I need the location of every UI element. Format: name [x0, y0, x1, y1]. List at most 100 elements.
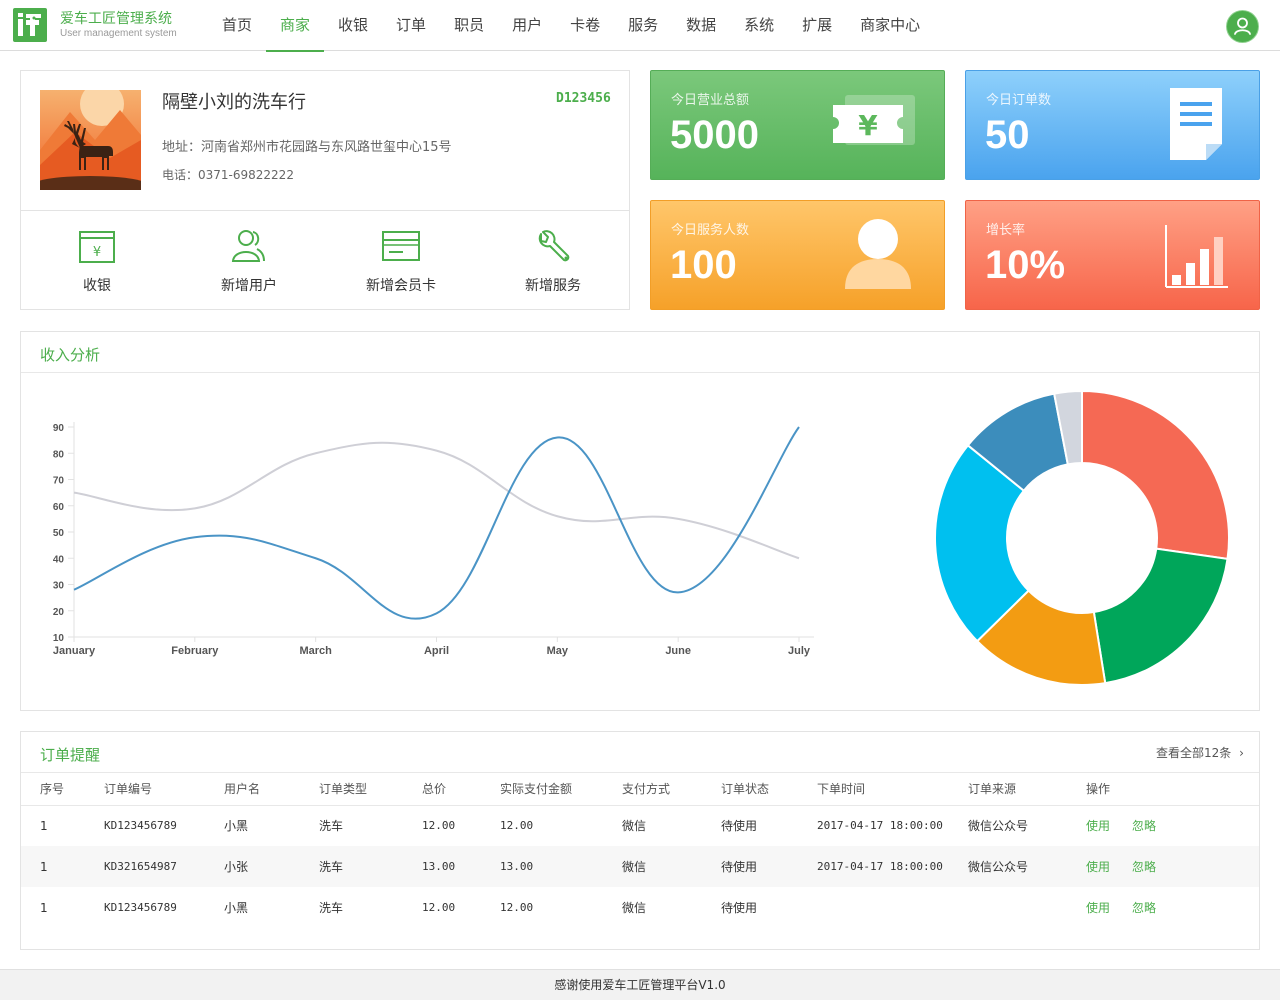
x-tick-label: July [788, 645, 811, 657]
quick-action-label: 新增用户 [221, 278, 277, 294]
quick-action-cashier[interactable]: ¥ 收银 [21, 211, 173, 309]
stat-value: 50 [985, 113, 1030, 157]
nav-item-users[interactable]: 用户 [498, 0, 556, 51]
col-header: 订单编号 [85, 772, 205, 806]
nav-item-orders[interactable]: 订单 [382, 0, 440, 51]
cell-total: 12.00 [422, 901, 456, 914]
cell-pay-method: 微信 [622, 819, 647, 834]
x-tick-label: June [665, 645, 691, 657]
nav-item-extend[interactable]: 扩展 [788, 0, 846, 51]
user-avatar[interactable] [1227, 11, 1258, 42]
nav-item-staff[interactable]: 职员 [440, 0, 498, 51]
ignore-button[interactable]: 忽略 [1132, 901, 1156, 915]
nav-item-cashier[interactable]: 收银 [324, 0, 382, 51]
stat-card-revenue: 今日营业总额 5000 ¥ [650, 70, 945, 180]
donut-slice-1 [1081, 389, 1230, 561]
nav-item-services[interactable]: 服务 [614, 0, 672, 51]
app-logo-icon [13, 8, 47, 42]
y-tick-label: 40 [53, 554, 65, 565]
use-button[interactable]: 使用 [1086, 901, 1110, 915]
y-tick-label: 80 [53, 449, 65, 460]
x-tick-label: January [53, 645, 96, 657]
quick-action-add-card[interactable]: 新增会员卡 [325, 211, 477, 309]
cell-status: 待使用 [702, 846, 798, 887]
view-all-label: 查看全部12条 [1156, 746, 1232, 760]
store-code: D123456 [556, 91, 611, 106]
cell-source: 微信公众号 [949, 846, 1067, 887]
stat-card-served: 今日服务人数 100 [650, 200, 945, 310]
store-card: 隔壁小刘的洗车行 D123456 地址：河南省郑州市花园路与东风路世玺中心15号… [20, 70, 630, 310]
cell-user: 小黑 [224, 901, 249, 915]
use-button[interactable]: 使用 [1086, 819, 1110, 833]
orders-panel: 订单提醒 查看全部12条 › 序号 订单编号 用户名 订单类型 总价 实际支付金… [20, 731, 1260, 950]
quick-action-label: 新增服务 [525, 278, 581, 294]
income-donut-chart [934, 389, 1230, 686]
quick-action-add-service[interactable]: 新增服务 [477, 211, 629, 309]
nav-item-home[interactable]: 首页 [208, 0, 266, 51]
wrench-icon [538, 230, 570, 262]
cell-time [798, 887, 949, 928]
orders-table: 序号 订单编号 用户名 订单类型 总价 实际支付金额 支付方式 订单状态 下单时… [21, 772, 1259, 928]
quick-action-label: 收银 [83, 278, 111, 294]
stat-value: 5000 [670, 113, 759, 157]
y-tick-label: 10 [53, 633, 65, 644]
x-tick-label: February [171, 645, 219, 657]
view-all-link[interactable]: 查看全部12条 › [1156, 744, 1244, 761]
store-name: 隔壁小刘的洗车行 [162, 92, 306, 113]
cell-time: 2017-04-17 18:00:00 [817, 819, 943, 833]
quick-action-add-user[interactable]: 新增用户 [173, 211, 325, 309]
cell-pay-method: 微信 [603, 846, 702, 887]
cell-total: 13.00 [403, 846, 481, 887]
nav-item-merchant[interactable]: 商家 [266, 0, 325, 52]
y-tick-label: 70 [53, 476, 65, 487]
income-panel: 收入分析 10 20 30 40 50 60 70 80 90 January February Ma… [20, 331, 1260, 711]
cell-user: 小黑 [224, 819, 249, 834]
ignore-button[interactable]: 忽略 [1132, 819, 1156, 833]
cell-paid: 12.00 [500, 901, 534, 914]
page-footer: 感谢使用爱车工匠管理平台V1.0 [0, 969, 1280, 1000]
series-line-1 [73, 441, 800, 560]
cell-order-id: KD321654987 [85, 846, 205, 887]
income-title: 收入分析 [40, 346, 101, 364]
cell-status: 待使用 [721, 901, 758, 915]
y-tick-label: 30 [53, 581, 65, 592]
ignore-button[interactable]: 忽略 [1132, 860, 1156, 874]
cell-no: 1 [40, 900, 48, 915]
store-address: 地址：河南省郑州市花园路与东风路世玺中心15号 [162, 140, 452, 155]
x-tick-label: April [424, 645, 449, 657]
stat-value: 10% [985, 243, 1066, 287]
nav-item-data[interactable]: 数据 [672, 0, 730, 51]
main-nav: 首页 商家 收银 订单 职员 用户 卡卷 服务 数据 系统 扩展 商家中心 [208, 0, 934, 52]
quick-action-label: 新增会员卡 [366, 278, 436, 294]
x-tick-label: May [547, 645, 569, 657]
col-header: 总价 [403, 772, 481, 806]
cell-status: 待使用 [721, 819, 758, 834]
stat-label: 今日营业总额 [671, 93, 750, 108]
cell-order-id: KD123456789 [104, 901, 177, 914]
x-tick-label: March [299, 645, 332, 657]
cell-no: 1 [21, 846, 85, 887]
nav-item-merchant-center[interactable]: 商家中心 [846, 0, 934, 51]
cell-no: 1 [40, 818, 48, 833]
chevron-right-icon: › [1239, 746, 1244, 760]
stat-label: 今日订单数 [986, 93, 1052, 108]
store-phone: 电话：0371-69822222 [162, 168, 294, 182]
cell-order-id: KD123456789 [104, 819, 177, 833]
col-header: 序号 [21, 772, 85, 806]
cell-type: 洗车 [319, 901, 344, 915]
y-tick-label: 50 [53, 528, 65, 539]
table-header-row: 序号 订单编号 用户名 订单类型 总价 实际支付金额 支付方式 订单状态 下单时… [21, 772, 1259, 806]
stat-card-orders: 今日订单数 50 [965, 70, 1260, 180]
nav-item-cards[interactable]: 卡卷 [556, 0, 614, 51]
cell-pay-method: 微信 [622, 901, 647, 915]
col-header: 订单来源 [949, 772, 1067, 806]
cell-paid: 12.00 [500, 819, 534, 833]
ticket-yen-icon: ¥ [833, 95, 915, 145]
svg-text:¥: ¥ [858, 109, 878, 142]
col-header: 下单时间 [798, 772, 949, 806]
cell-type: 洗车 [300, 846, 403, 887]
use-button[interactable]: 使用 [1086, 860, 1110, 874]
nav-item-system[interactable]: 系统 [730, 0, 788, 51]
cell-paid: 13.00 [481, 846, 603, 887]
app-title: 爱车工匠管理系统 [60, 11, 172, 27]
